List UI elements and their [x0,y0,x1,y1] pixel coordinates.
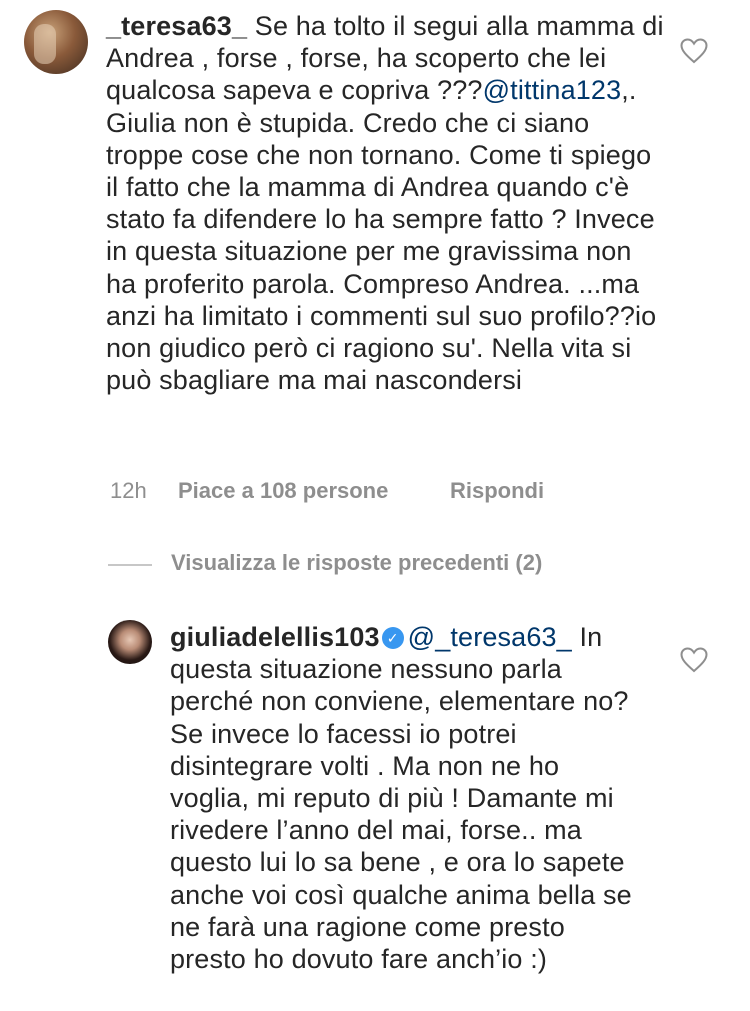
heart-outline-icon[interactable] [680,38,708,64]
avatar[interactable] [108,620,152,664]
comment-username[interactable]: _teresa63_ [106,11,247,41]
comment-time: 12h [110,478,147,503]
reply-username[interactable]: giuliadelellis103 [170,622,380,652]
heart-outline-icon[interactable] [680,647,708,673]
verified-badge-icon: ✓ [381,627,404,649]
reply-body: In questa situazione nessuno parla perch… [170,622,632,975]
comment-text: _teresa63_ Se ha tolto il segui alla mam… [106,10,666,396]
view-replies-label: Visualizza le risposte precedenti (2) [171,550,543,575]
comment-body-continued: ,. Giulia non è stupida. Credo che ci si… [106,75,657,396]
mention-link[interactable]: @_teresa63_ [408,622,572,652]
replies-divider [108,564,152,566]
reply-button[interactable]: Rispondi [450,478,544,504]
avatar[interactable] [24,10,88,74]
mention-link[interactable]: @tittina123 [483,75,622,105]
reply-text: giuliadelellis103 ✓ @_teresa63_ In questa … [170,621,640,975]
likes-count-button[interactable]: Piace a 108 persone [178,478,388,504]
